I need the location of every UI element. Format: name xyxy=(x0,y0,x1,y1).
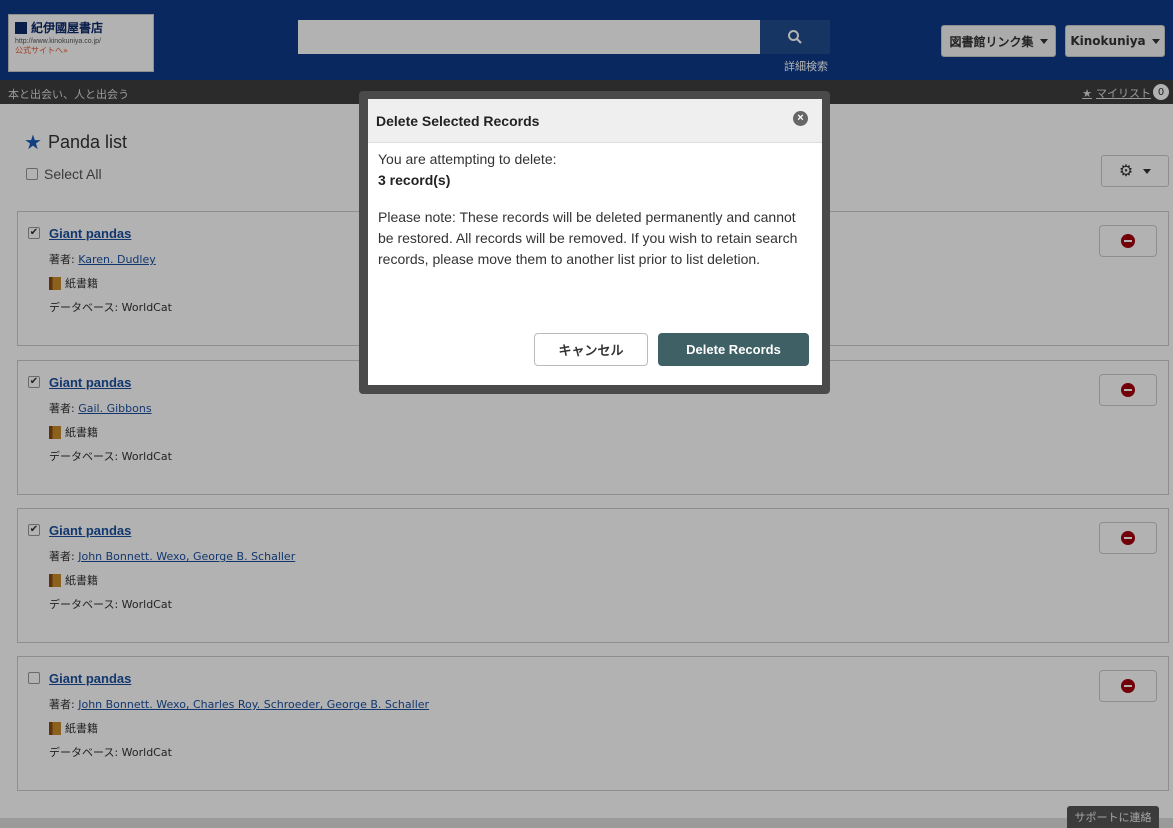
dialog-header: Delete Selected Records × xyxy=(368,99,822,143)
dialog-title: Delete Selected Records xyxy=(376,113,540,129)
dialog-record-count: 3 record(s) xyxy=(378,172,451,188)
dialog-warning-note: Please note: These records will be delet… xyxy=(378,209,798,267)
cancel-button[interactable]: キャンセル xyxy=(534,333,648,366)
dialog-intro: You are attempting to delete: xyxy=(378,151,557,167)
delete-records-dialog: Delete Selected Records × You are attemp… xyxy=(368,99,822,385)
close-icon[interactable]: × xyxy=(793,111,808,126)
delete-records-button[interactable]: Delete Records xyxy=(658,333,809,366)
